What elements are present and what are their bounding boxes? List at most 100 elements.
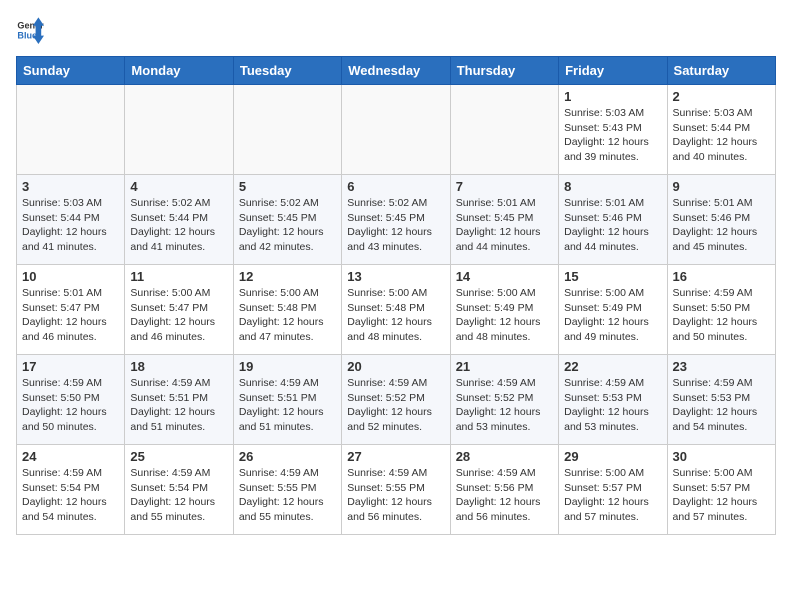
day-cell [125,85,233,175]
day-info: Sunrise: 4:59 AM Sunset: 5:50 PM Dayligh… [22,376,119,435]
svg-text:Blue: Blue [17,30,37,40]
day-cell: 23 Sunrise: 4:59 AM Sunset: 5:53 PM Dayli… [667,355,775,445]
day-cell: 19 Sunrise: 4:59 AM Sunset: 5:51 PM Dayli… [233,355,341,445]
day-info: Sunrise: 4:59 AM Sunset: 5:54 PM Dayligh… [22,466,119,525]
col-header-wednesday: Wednesday [342,57,450,85]
day-number: 25 [130,449,227,464]
day-number: 20 [347,359,444,374]
day-cell: 9 Sunrise: 5:01 AM Sunset: 5:46 PM Daylig… [667,175,775,265]
day-info: Sunrise: 5:00 AM Sunset: 5:57 PM Dayligh… [564,466,661,525]
day-number: 22 [564,359,661,374]
day-number: 27 [347,449,444,464]
day-info: Sunrise: 5:00 AM Sunset: 5:48 PM Dayligh… [239,286,336,345]
day-number: 21 [456,359,553,374]
col-header-saturday: Saturday [667,57,775,85]
day-cell: 16 Sunrise: 4:59 AM Sunset: 5:50 PM Dayli… [667,265,775,355]
day-info: Sunrise: 5:02 AM Sunset: 5:44 PM Dayligh… [130,196,227,255]
day-number: 16 [673,269,770,284]
day-info: Sunrise: 4:59 AM Sunset: 5:53 PM Dayligh… [673,376,770,435]
day-info: Sunrise: 4:59 AM Sunset: 5:56 PM Dayligh… [456,466,553,525]
day-cell: 13 Sunrise: 5:00 AM Sunset: 5:48 PM Dayli… [342,265,450,355]
day-info: Sunrise: 4:59 AM Sunset: 5:52 PM Dayligh… [347,376,444,435]
day-cell [233,85,341,175]
day-number: 23 [673,359,770,374]
day-number: 19 [239,359,336,374]
day-info: Sunrise: 5:03 AM Sunset: 5:43 PM Dayligh… [564,106,661,165]
day-number: 3 [22,179,119,194]
day-info: Sunrise: 5:00 AM Sunset: 5:49 PM Dayligh… [564,286,661,345]
day-info: Sunrise: 5:03 AM Sunset: 5:44 PM Dayligh… [673,106,770,165]
day-cell: 14 Sunrise: 5:00 AM Sunset: 5:49 PM Dayli… [450,265,558,355]
day-cell: 10Sunrise: 5:01 AM Sunset: 5:47 PM Dayli… [17,265,125,355]
day-number: 18 [130,359,227,374]
day-number: 9 [673,179,770,194]
header: General Blue [16,16,776,44]
day-cell: 22 Sunrise: 4:59 AM Sunset: 5:53 PM Dayli… [559,355,667,445]
day-cell: 12 Sunrise: 5:00 AM Sunset: 5:48 PM Dayli… [233,265,341,355]
day-number: 13 [347,269,444,284]
day-cell: 29 Sunrise: 5:00 AM Sunset: 5:57 PM Dayli… [559,445,667,535]
col-header-thursday: Thursday [450,57,558,85]
day-cell: 3 Sunrise: 5:03 AM Sunset: 5:44 PM Daylig… [17,175,125,265]
day-cell: 28 Sunrise: 4:59 AM Sunset: 5:56 PM Dayli… [450,445,558,535]
day-info: Sunrise: 4:59 AM Sunset: 5:53 PM Dayligh… [564,376,661,435]
day-info: Sunrise: 4:59 AM Sunset: 5:52 PM Dayligh… [456,376,553,435]
day-cell: 2 Sunrise: 5:03 AM Sunset: 5:44 PM Daylig… [667,85,775,175]
day-number: 4 [130,179,227,194]
day-info: Sunrise: 4:59 AM Sunset: 5:55 PM Dayligh… [347,466,444,525]
logo: General Blue [16,16,44,44]
day-cell: 21 Sunrise: 4:59 AM Sunset: 5:52 PM Dayli… [450,355,558,445]
day-cell: 18 Sunrise: 4:59 AM Sunset: 5:51 PM Dayli… [125,355,233,445]
calendar-table: SundayMondayTuesdayWednesdayThursdayFrid… [16,56,776,535]
day-cell: 6 Sunrise: 5:02 AM Sunset: 5:45 PM Daylig… [342,175,450,265]
week-row-5: 24 Sunrise: 4:59 AM Sunset: 5:54 PM Dayli… [17,445,776,535]
day-info: Sunrise: 5:01 AM Sunset: 5:46 PM Dayligh… [673,196,770,255]
day-cell: 5 Sunrise: 5:02 AM Sunset: 5:45 PM Daylig… [233,175,341,265]
day-cell: 26 Sunrise: 4:59 AM Sunset: 5:55 PM Dayli… [233,445,341,535]
day-number: 1 [564,89,661,104]
day-info: Sunrise: 5:00 AM Sunset: 5:48 PM Dayligh… [347,286,444,345]
day-number: 24 [22,449,119,464]
day-info: Sunrise: 5:00 AM Sunset: 5:57 PM Dayligh… [673,466,770,525]
week-row-2: 3 Sunrise: 5:03 AM Sunset: 5:44 PM Daylig… [17,175,776,265]
day-number: 28 [456,449,553,464]
day-info: Sunrise: 5:02 AM Sunset: 5:45 PM Dayligh… [239,196,336,255]
day-info: Sunrise: 4:59 AM Sunset: 5:50 PM Dayligh… [673,286,770,345]
day-cell [17,85,125,175]
day-number: 26 [239,449,336,464]
day-cell: 15Sunrise: 5:00 AM Sunset: 5:49 PM Dayli… [559,265,667,355]
col-header-sunday: Sunday [17,57,125,85]
day-number: 12 [239,269,336,284]
day-cell: 17 Sunrise: 4:59 AM Sunset: 5:50 PM Dayli… [17,355,125,445]
day-cell: 24 Sunrise: 4:59 AM Sunset: 5:54 PM Dayli… [17,445,125,535]
col-header-monday: Monday [125,57,233,85]
day-number: 29 [564,449,661,464]
day-info: Sunrise: 4:59 AM Sunset: 5:51 PM Dayligh… [130,376,227,435]
day-number: 7 [456,179,553,194]
day-info: Sunrise: 5:03 AM Sunset: 5:44 PM Dayligh… [22,196,119,255]
week-row-4: 17 Sunrise: 4:59 AM Sunset: 5:50 PM Dayli… [17,355,776,445]
day-number: 6 [347,179,444,194]
day-cell: 27 Sunrise: 4:59 AM Sunset: 5:55 PM Dayli… [342,445,450,535]
day-cell: 8Sunrise: 5:01 AM Sunset: 5:46 PM Daylig… [559,175,667,265]
day-cell [342,85,450,175]
day-number: 17 [22,359,119,374]
day-info: Sunrise: 5:00 AM Sunset: 5:47 PM Dayligh… [130,286,227,345]
day-info: Sunrise: 4:59 AM Sunset: 5:54 PM Dayligh… [130,466,227,525]
week-row-1: 1 Sunrise: 5:03 AM Sunset: 5:43 PM Daylig… [17,85,776,175]
day-cell: 20 Sunrise: 4:59 AM Sunset: 5:52 PM Dayli… [342,355,450,445]
day-info: Sunrise: 4:59 AM Sunset: 5:55 PM Dayligh… [239,466,336,525]
day-cell: 11Sunrise: 5:00 AM Sunset: 5:47 PM Dayli… [125,265,233,355]
day-info: Sunrise: 5:02 AM Sunset: 5:45 PM Dayligh… [347,196,444,255]
day-info: Sunrise: 4:59 AM Sunset: 5:51 PM Dayligh… [239,376,336,435]
day-number: 10 [22,269,119,284]
day-number: 2 [673,89,770,104]
day-number: 30 [673,449,770,464]
logo-icon: General Blue [16,16,44,44]
day-info: Sunrise: 5:00 AM Sunset: 5:49 PM Dayligh… [456,286,553,345]
day-cell: 1 Sunrise: 5:03 AM Sunset: 5:43 PM Daylig… [559,85,667,175]
day-cell: 7Sunrise: 5:01 AM Sunset: 5:45 PM Daylig… [450,175,558,265]
day-number: 14 [456,269,553,284]
day-number: 5 [239,179,336,194]
day-number: 8 [564,179,661,194]
